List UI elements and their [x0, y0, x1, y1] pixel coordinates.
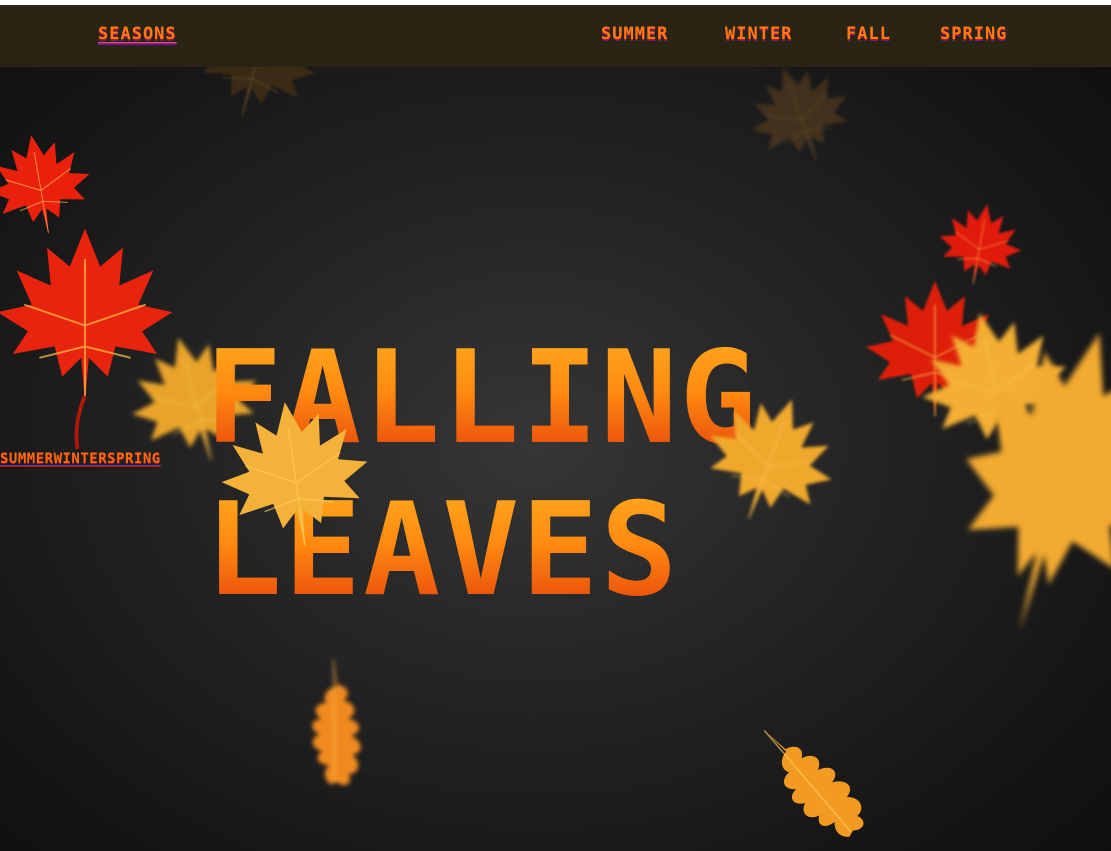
nav-link-spring[interactable]: Spring: [940, 24, 1007, 44]
oak-leaf-icon: [763, 710, 869, 851]
nav-link-summer[interactable]: Summer: [601, 24, 668, 44]
side-link-summer[interactable]: Summer: [0, 451, 54, 467]
brand-link[interactable]: Seasons: [98, 24, 177, 44]
nav-link-fall[interactable]: Fall: [846, 24, 891, 44]
nav-link-winter[interactable]: Winter: [725, 24, 792, 44]
side-link-winter[interactable]: Winter: [54, 451, 108, 467]
side-link-row: Summer Winter Spring: [0, 451, 161, 467]
top-navbar: Seasons Summer Winter Fall Spring: [0, 5, 1111, 67]
hero-stage: Seasons Summer Winter Fall Spring Fallin…: [0, 5, 1111, 851]
oak-leaf-icon: [284, 658, 397, 793]
side-link-spring[interactable]: Spring: [107, 451, 161, 467]
maple-leaf-icon: [211, 391, 379, 559]
